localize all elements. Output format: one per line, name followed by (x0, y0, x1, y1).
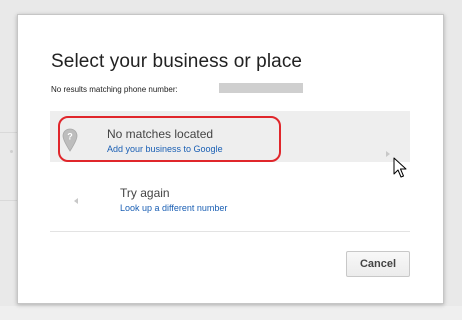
result-row-try-again[interactable] (50, 172, 410, 223)
backdrop-line (0, 200, 18, 201)
chevron-right-icon (386, 151, 390, 157)
chevron-left-icon (74, 198, 78, 204)
lookup-different-number-link[interactable]: Look up a different number (120, 203, 227, 213)
dialog-title: Select your business or place (51, 51, 303, 72)
backdrop-dot (10, 150, 13, 153)
highlight-annotation (58, 116, 281, 162)
redacted-phone-number (219, 83, 303, 93)
no-results-message: No results matching phone number: (51, 85, 178, 94)
backdrop-footer (0, 306, 462, 320)
result-title: Try again (120, 186, 170, 200)
backdrop-line (0, 132, 18, 133)
footer-divider (50, 231, 410, 232)
select-business-dialog: Select your business or place No results… (17, 14, 444, 304)
mouse-cursor-icon (393, 157, 407, 178)
cancel-button[interactable]: Cancel (346, 251, 410, 277)
